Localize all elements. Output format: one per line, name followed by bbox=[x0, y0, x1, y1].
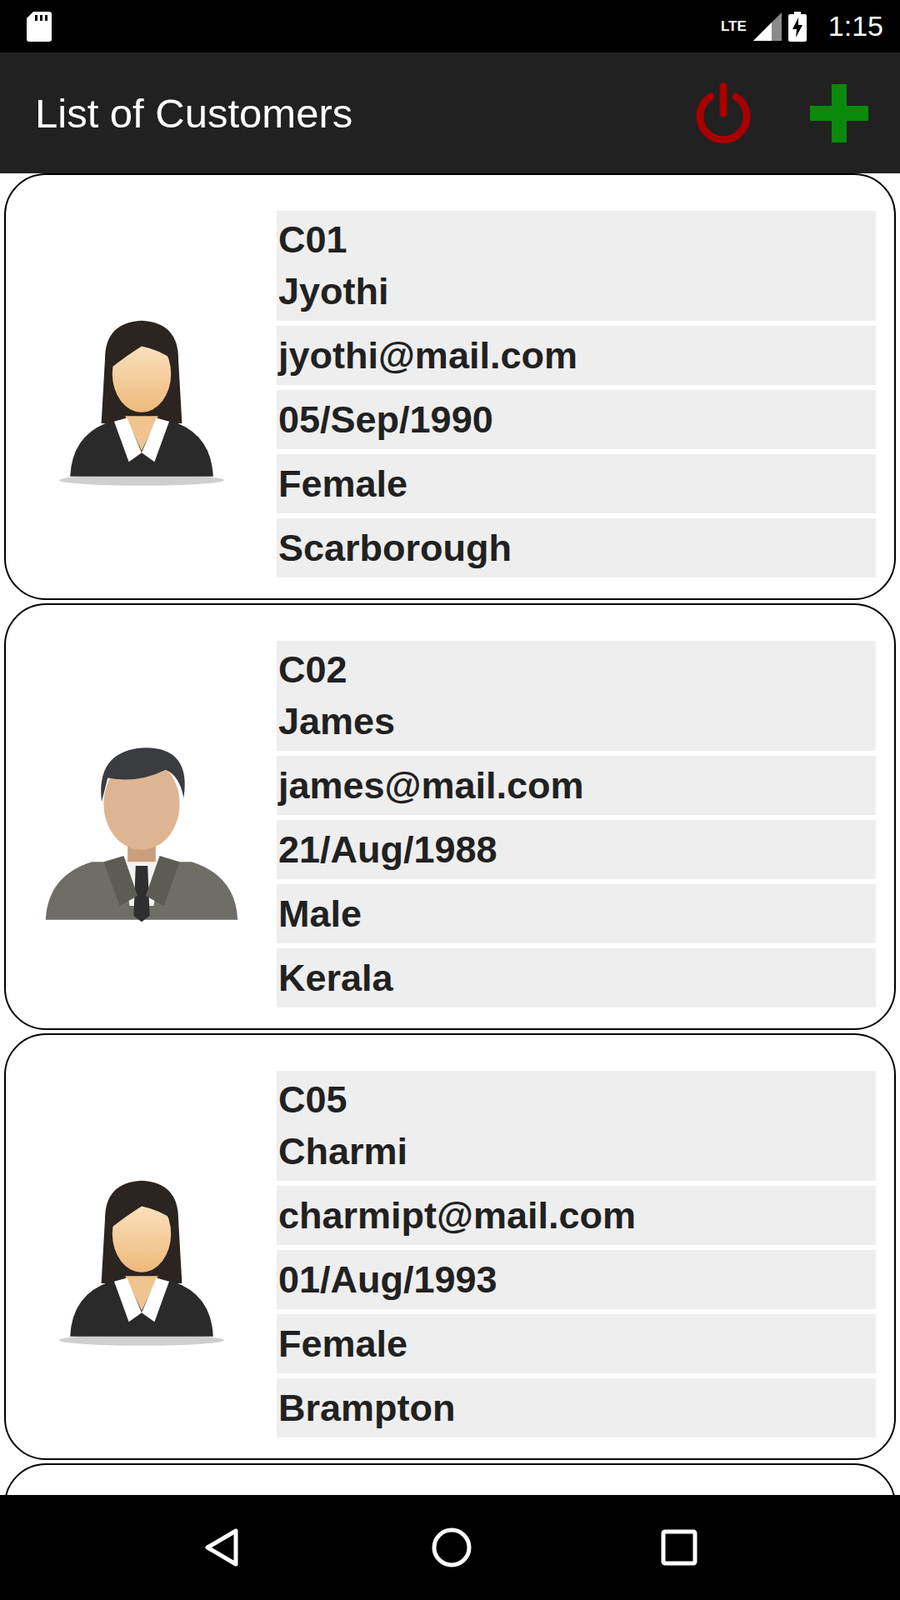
battery-icon bbox=[788, 11, 807, 42]
customer-city: Scarborough bbox=[276, 518, 876, 578]
customer-dob: 21/Aug/1988 bbox=[276, 820, 876, 880]
recents-icon[interactable] bbox=[660, 1529, 698, 1566]
avatar-cell bbox=[5, 1070, 277, 1441]
next-card[interactable] bbox=[4, 1463, 896, 1495]
male-avatar-icon bbox=[37, 725, 246, 926]
customer-email: charmipt@mail.com bbox=[276, 1185, 876, 1245]
customer-city: Kerala bbox=[276, 948, 876, 1008]
customer-dob: 01/Aug/1993 bbox=[276, 1250, 876, 1310]
sd-card-icon bbox=[26, 11, 52, 42]
female-avatar-icon bbox=[45, 1164, 238, 1348]
customer-id: C01 bbox=[278, 214, 348, 266]
home-icon[interactable] bbox=[430, 1526, 473, 1569]
customer-name: James bbox=[278, 695, 395, 748]
customer-name: Jyothi bbox=[278, 265, 390, 318]
clock: 1:15 bbox=[828, 10, 884, 43]
customer-id: C05 bbox=[278, 1074, 348, 1126]
app-bar: List of Customers bbox=[0, 52, 900, 174]
customer-list: C01Jyothijyothi@mail.com05/Sep/1990Femal… bbox=[0, 173, 900, 1495]
screen: LTE1:15List of CustomersC01Jyothijyothi@… bbox=[0, 0, 900, 1600]
id-name-field: C05Charmi bbox=[276, 1070, 876, 1181]
customer-card[interactable]: C05Charmicharmipt@mail.com01/Aug/1993Fem… bbox=[4, 1033, 896, 1460]
signal-icon bbox=[753, 12, 782, 41]
female-avatar-icon bbox=[45, 304, 238, 488]
customer-gender: Male bbox=[276, 884, 876, 944]
avatar-cell bbox=[5, 640, 277, 1011]
customer-name: Charmi bbox=[278, 1125, 408, 1178]
customer-gender: Female bbox=[276, 1314, 876, 1374]
app-actions bbox=[690, 80, 870, 147]
nav-bar bbox=[0, 1495, 900, 1600]
customer-card[interactable]: C02Jamesjames@mail.com21/Aug/1988MaleKer… bbox=[4, 603, 896, 1030]
customer-city: Brampton bbox=[276, 1378, 876, 1438]
customer-fields: C01Jyothijyothi@mail.com05/Sep/1990Femal… bbox=[276, 210, 876, 581]
customer-id: C02 bbox=[278, 644, 348, 696]
id-name-field: C02James bbox=[276, 640, 876, 751]
status-bar: LTE 1:15 bbox=[0, 0, 900, 53]
app-title: List of Customers bbox=[35, 90, 353, 137]
customer-dob: 05/Sep/1990 bbox=[276, 390, 876, 450]
back-icon[interactable] bbox=[202, 1527, 243, 1568]
network-label: LTE bbox=[720, 18, 747, 35]
customer-fields: C05Charmicharmipt@mail.com01/Aug/1993Fem… bbox=[276, 1070, 876, 1441]
customer-gender: Female bbox=[276, 454, 876, 514]
power-icon[interactable] bbox=[690, 80, 757, 147]
avatar-cell bbox=[5, 210, 277, 581]
customer-card[interactable]: C01Jyothijyothi@mail.com05/Sep/1990Femal… bbox=[4, 173, 896, 600]
customer-fields: C02Jamesjames@mail.com21/Aug/1988MaleKer… bbox=[276, 640, 876, 1011]
customer-email: jyothi@mail.com bbox=[276, 325, 876, 385]
status-right: LTE 1:15 bbox=[720, 10, 884, 43]
add-icon[interactable] bbox=[808, 82, 870, 145]
id-name-field: C01Jyothi bbox=[276, 210, 876, 321]
customer-email: james@mail.com bbox=[276, 755, 876, 815]
